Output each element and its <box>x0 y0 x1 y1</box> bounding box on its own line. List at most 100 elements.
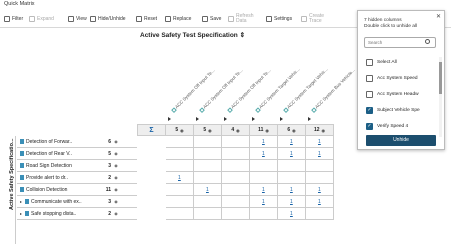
eye-icon[interactable]: ◉ <box>111 139 121 144</box>
column-label[interactable]: ACC System Off Input Te... <box>170 68 216 113</box>
eye-icon[interactable]: ◉ <box>208 128 212 133</box>
eye-icon[interactable]: ◉ <box>180 128 184 133</box>
trace-link[interactable]: 1 <box>262 139 265 145</box>
trace-link[interactable]: 1 <box>318 139 321 145</box>
matrix-cell[interactable] <box>250 208 278 220</box>
matrix-cell[interactable] <box>306 208 334 220</box>
trace-link[interactable]: 1 <box>318 187 321 193</box>
row-name[interactable]: ▸ Safe stopping dista.. <box>17 211 89 217</box>
search-icon[interactable] <box>425 39 430 44</box>
eye-icon[interactable]: ◉ <box>292 128 296 133</box>
matrix-cell[interactable] <box>166 208 194 220</box>
matrix-cell[interactable] <box>194 172 222 184</box>
matrix-cell[interactable] <box>166 136 194 148</box>
toolbar-refresh-data-button[interactable]: Refresh Data <box>228 13 258 25</box>
matrix-cell[interactable] <box>222 184 250 196</box>
matrix-row[interactable]: ▸ Safe stopping dista.. 2 ◉ <box>17 208 137 220</box>
matrix-cell[interactable] <box>306 172 334 184</box>
toolbar-view-button[interactable]: View <box>68 13 87 25</box>
checkbox[interactable] <box>366 58 373 66</box>
matrix-row[interactable]: Provide alert to dr.. 2 ◉ <box>17 172 137 184</box>
row-name[interactable]: ▸ Communicate with ex.. <box>17 199 89 205</box>
expand-column-icon[interactable] <box>252 117 255 121</box>
toolbar-reset-button[interactable]: Reset <box>136 13 157 25</box>
eye-icon[interactable]: ◉ <box>265 128 269 133</box>
row-name[interactable]: Provide alert to dr.. <box>17 175 89 181</box>
toolbar-expand-button[interactable]: Expand <box>29 13 54 25</box>
row-name[interactable]: Road Sign Detection <box>17 163 89 169</box>
matrix-row[interactable]: Detection of Rear V.. 5 ◉ <box>17 148 137 160</box>
expand-column-icon[interactable] <box>308 117 311 121</box>
row-name[interactable]: Detection of Rear V.. <box>17 151 89 157</box>
trace-link[interactable]: 1 <box>262 199 265 205</box>
matrix-cell[interactable] <box>222 208 250 220</box>
toolbar-hide-unhide-button[interactable]: Hide/Unhide <box>90 13 126 25</box>
matrix-cell[interactable] <box>222 172 250 184</box>
matrix-cell[interactable] <box>194 196 222 208</box>
trace-link[interactable]: 1 <box>290 199 293 205</box>
scrollbar-thumb[interactable] <box>439 62 442 94</box>
hidden-column-item[interactable]: Select All <box>366 57 397 67</box>
matrix-cell[interactable] <box>306 160 334 172</box>
eye-icon[interactable]: ◉ <box>111 163 121 168</box>
matrix-cell[interactable] <box>166 184 194 196</box>
expand-row-icon[interactable]: ▸ <box>20 199 22 204</box>
matrix-cell[interactable] <box>278 172 306 184</box>
toolbar-create-trace-button[interactable]: Create Trace <box>301 13 331 25</box>
matrix-cell[interactable] <box>222 148 250 160</box>
matrix-cell[interactable] <box>222 136 250 148</box>
row-name[interactable]: Detection of Forwar.. <box>17 139 89 145</box>
matrix-row[interactable]: Detection of Forwar.. 6 ◉ <box>17 136 137 148</box>
trace-link[interactable]: 1 <box>262 151 265 157</box>
eye-icon[interactable]: ◉ <box>322 128 326 133</box>
checkbox[interactable] <box>366 90 373 98</box>
hidden-column-item[interactable]: ✓ Verify Speed 4 <box>366 121 408 131</box>
matrix-cell[interactable] <box>222 196 250 208</box>
trace-link[interactable]: 1 <box>178 175 181 181</box>
toolbar-filter-button[interactable]: Filter <box>4 13 23 25</box>
matrix-row[interactable]: Collision Detection 11 ◉ <box>17 184 137 196</box>
toolbar-save-button[interactable]: Save <box>202 13 221 25</box>
eye-icon[interactable]: ◉ <box>111 151 121 156</box>
eye-icon[interactable]: ◉ <box>111 175 121 180</box>
expand-column-icon[interactable] <box>196 117 199 121</box>
expand-row-icon[interactable]: ▸ <box>20 211 22 216</box>
matrix-cell[interactable] <box>250 172 278 184</box>
expand-column-icon[interactable] <box>224 117 227 121</box>
matrix-row[interactable]: Road Sign Detection 3 ◉ <box>17 160 137 172</box>
trace-link[interactable]: 1 <box>318 151 321 157</box>
expand-column-icon[interactable] <box>168 117 171 121</box>
unhide-button[interactable]: Unhide <box>366 135 436 146</box>
matrix-cell[interactable] <box>166 196 194 208</box>
matrix-cell[interactable] <box>166 148 194 160</box>
close-icon[interactable]: ✕ <box>436 13 441 20</box>
trace-link[interactable]: 1 <box>290 187 293 193</box>
checkbox[interactable] <box>366 74 373 82</box>
sort-icon[interactable]: ⇕ <box>240 32 245 39</box>
hidden-column-item[interactable]: ✓ Subject Vehicle Spe <box>366 105 420 115</box>
matrix-cell[interactable] <box>194 148 222 160</box>
matrix-cell[interactable] <box>250 160 278 172</box>
expand-column-icon[interactable] <box>280 117 283 121</box>
matrix-cell[interactable] <box>194 208 222 220</box>
toolbar-settings-button[interactable]: Settings <box>266 13 292 25</box>
checkbox[interactable]: ✓ <box>366 122 373 130</box>
toolbar-replace-button[interactable]: Replace <box>165 13 191 25</box>
trace-link[interactable]: 1 <box>262 187 265 193</box>
trace-link[interactable]: 1 <box>290 151 293 157</box>
checkbox[interactable]: ✓ <box>366 106 373 114</box>
matrix-cell[interactable] <box>194 160 222 172</box>
hidden-column-item[interactable]: Acc System Headw <box>366 89 419 99</box>
matrix-row[interactable]: ▸ Communicate with ex.. 3 ◉ <box>17 196 137 208</box>
matrix-cell[interactable] <box>222 160 250 172</box>
eye-icon[interactable]: ◉ <box>111 199 121 204</box>
matrix-cell[interactable] <box>166 160 194 172</box>
matrix-cell[interactable] <box>278 160 306 172</box>
matrix-cell[interactable] <box>194 136 222 148</box>
eye-icon[interactable]: ◉ <box>236 128 240 133</box>
eye-icon[interactable]: ◉ <box>111 187 121 192</box>
column-spec-header[interactable]: Active Safety Test Specification ⇕ <box>140 31 245 39</box>
trace-link[interactable]: 1 <box>290 139 293 145</box>
trace-link[interactable]: 1 <box>290 211 293 217</box>
hidden-column-item[interactable]: Acc System Speed <box>366 73 418 83</box>
